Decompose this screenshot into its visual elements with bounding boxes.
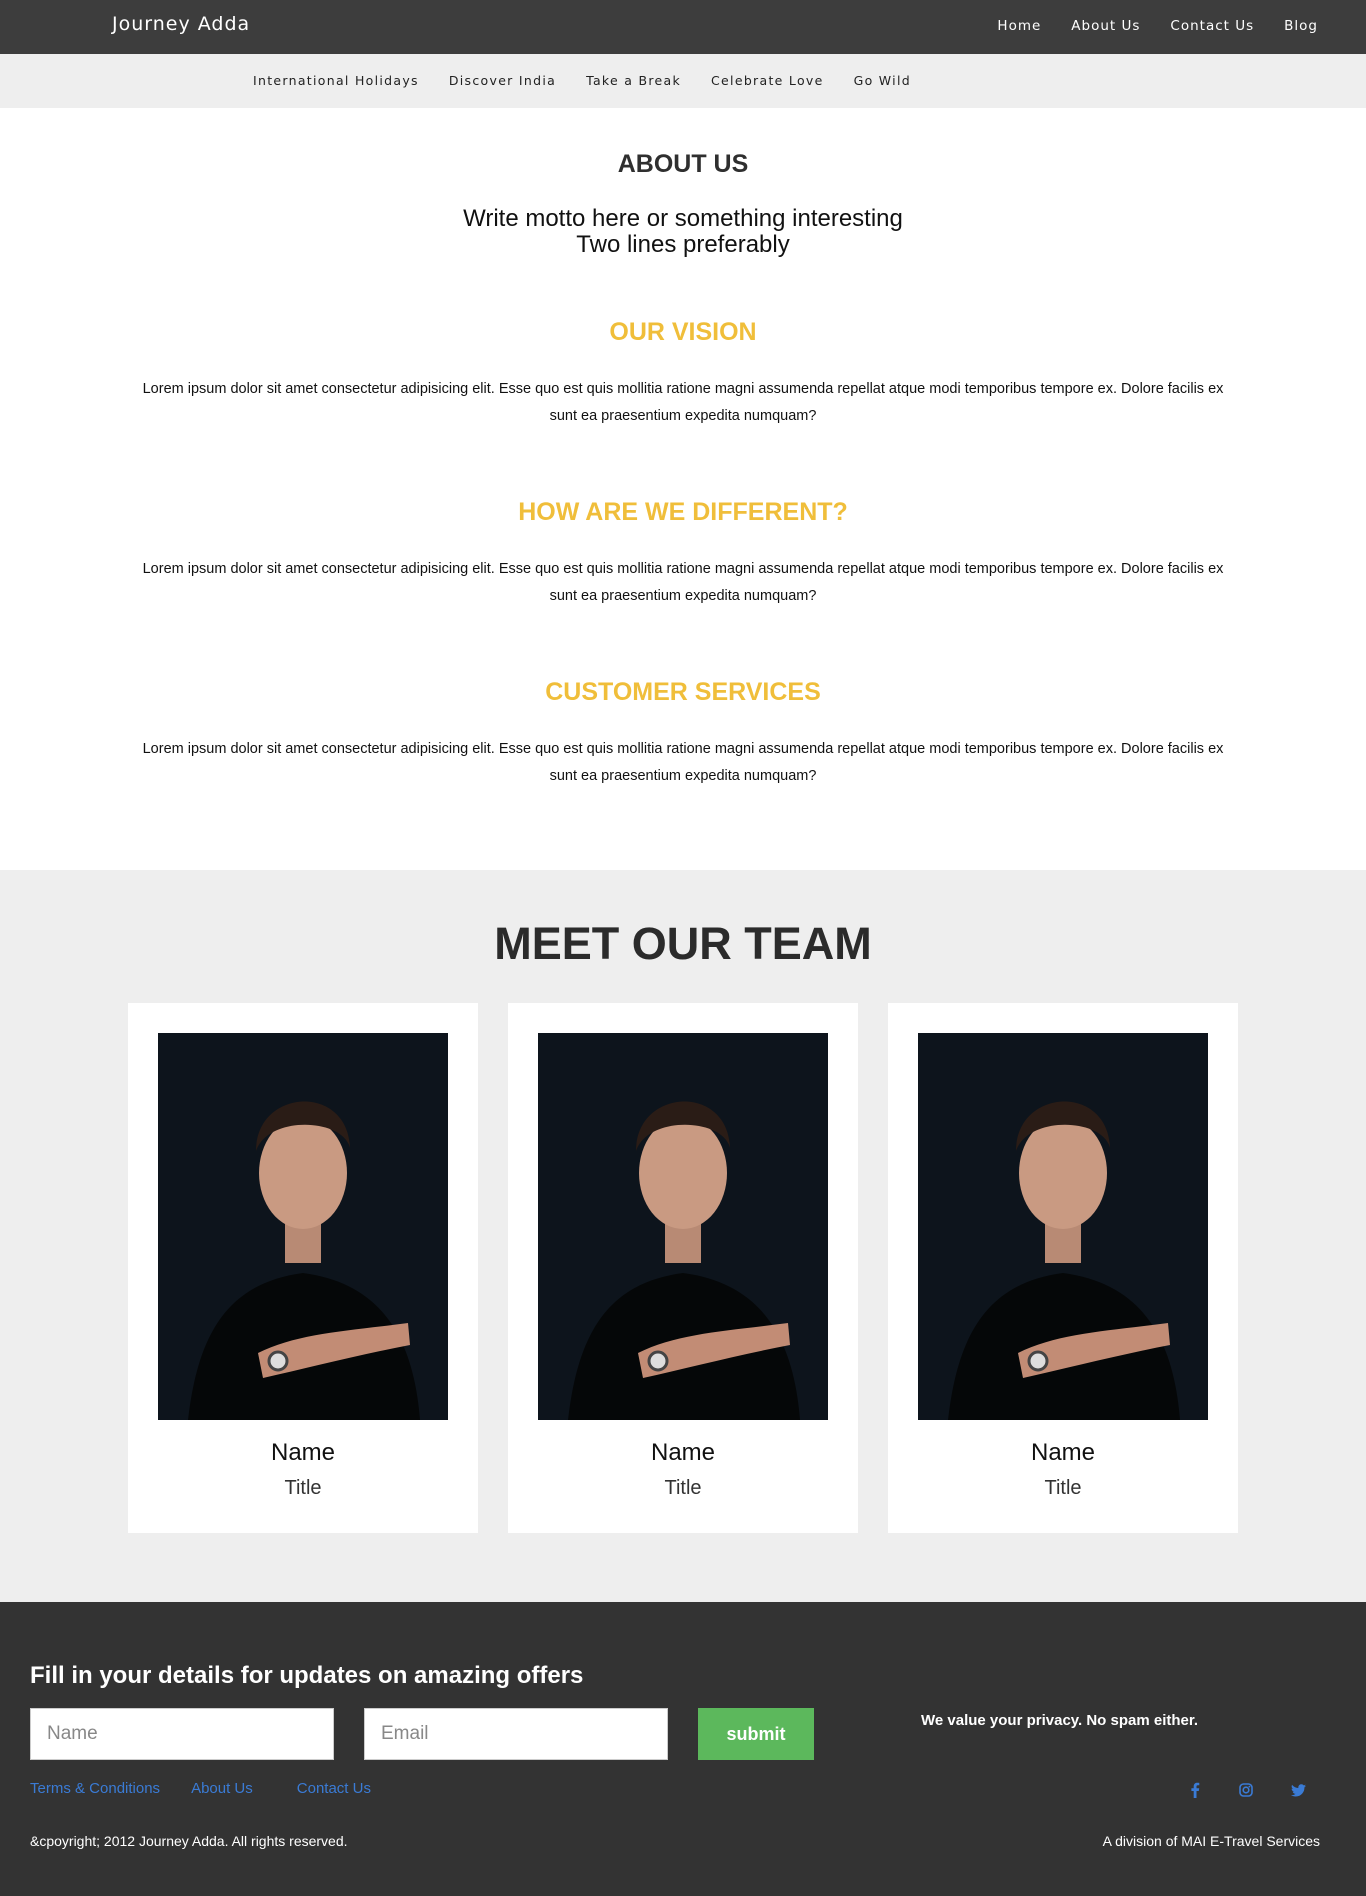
team-card: Name Title <box>508 1003 858 1533</box>
nav-home[interactable]: Home <box>997 18 1041 34</box>
footer-link-about-us[interactable]: About Us <box>191 1780 253 1797</box>
category-celebrate-love[interactable]: Celebrate Love <box>711 73 824 88</box>
main-nav: Home About Us Contact Us Blog <box>967 18 1318 34</box>
nav-blog[interactable]: Blog <box>1284 18 1318 34</box>
team-member-name: Name <box>270 1439 336 1466</box>
team-member-name: Name <box>650 1439 716 1466</box>
privacy-note: We value your privacy. No spam either. <box>921 1712 1199 1729</box>
footer-links: Terms & Conditions About Us Contact Us <box>30 1780 402 1797</box>
team-card: Name Title <box>888 1003 1238 1533</box>
nav-about-us[interactable]: About Us <box>1071 18 1140 34</box>
different-text: Lorem ipsum dolor sit amet consectetur a… <box>142 561 1224 604</box>
submit-button[interactable]: submit <box>698 1708 814 1760</box>
brand-logo[interactable]: Journey Adda <box>112 13 250 35</box>
team-member-photo <box>538 1033 828 1420</box>
category-nav: International Holidays Discover India Ta… <box>0 54 1366 108</box>
team-section: MEET OUR TEAM Name Title Name Title Name… <box>0 870 1366 1602</box>
copyright: &cpoyright; 2012 Journey Adda. All right… <box>30 1833 348 1849</box>
team-card: Name Title <box>128 1003 478 1533</box>
customer-services-heading: CUSTOMER SERVICES <box>545 678 821 706</box>
category-discover-india[interactable]: Discover India <box>449 73 556 88</box>
instagram-icon[interactable] <box>1236 1780 1256 1800</box>
facebook-icon[interactable] <box>1185 1780 1205 1800</box>
motto-line-1: Write motto here or something interestin… <box>463 205 903 232</box>
page-title: ABOUT US <box>617 150 749 178</box>
team-member-name: Name <box>1030 1439 1096 1466</box>
vision-heading: OUR VISION <box>609 318 757 346</box>
team-title: MEET OUR TEAM <box>494 918 872 969</box>
team-member-photo <box>158 1033 448 1420</box>
nav-contact-us[interactable]: Contact Us <box>1170 18 1254 34</box>
vision-text: Lorem ipsum dolor sit amet consectetur a… <box>142 381 1224 424</box>
category-international-holidays[interactable]: International Holidays <box>253 73 419 88</box>
team-member-title: Title <box>1044 1477 1082 1499</box>
top-navbar: Journey Adda Home About Us Contact Us Bl… <box>0 0 1366 54</box>
twitter-icon[interactable] <box>1288 1780 1308 1800</box>
customer-services-text: Lorem ipsum dolor sit amet consectetur a… <box>142 741 1224 784</box>
email-input[interactable] <box>364 1708 668 1760</box>
newsletter-heading: Fill in your details for updates on amaz… <box>30 1662 584 1689</box>
category-take-a-break[interactable]: Take a Break <box>586 73 681 88</box>
footer-link-terms[interactable]: Terms & Conditions <box>30 1780 160 1797</box>
team-member-title: Title <box>664 1477 702 1499</box>
motto: Write motto here or something interestin… <box>0 206 1366 258</box>
team-member-photo <box>918 1033 1208 1420</box>
motto-line-2: Two lines preferably <box>576 231 790 258</box>
footer: Fill in your details for updates on amaz… <box>0 1602 1366 1896</box>
different-heading: HOW ARE WE DIFFERENT? <box>518 498 848 526</box>
category-go-wild[interactable]: Go Wild <box>854 73 911 88</box>
name-input[interactable] <box>30 1708 334 1760</box>
footer-link-contact-us[interactable]: Contact Us <box>297 1780 371 1797</box>
division-note: A division of MAI E-Travel Services <box>1102 1833 1320 1849</box>
about-section: ABOUT US Write motto here or something i… <box>0 108 1366 870</box>
team-member-title: Title <box>284 1477 322 1499</box>
